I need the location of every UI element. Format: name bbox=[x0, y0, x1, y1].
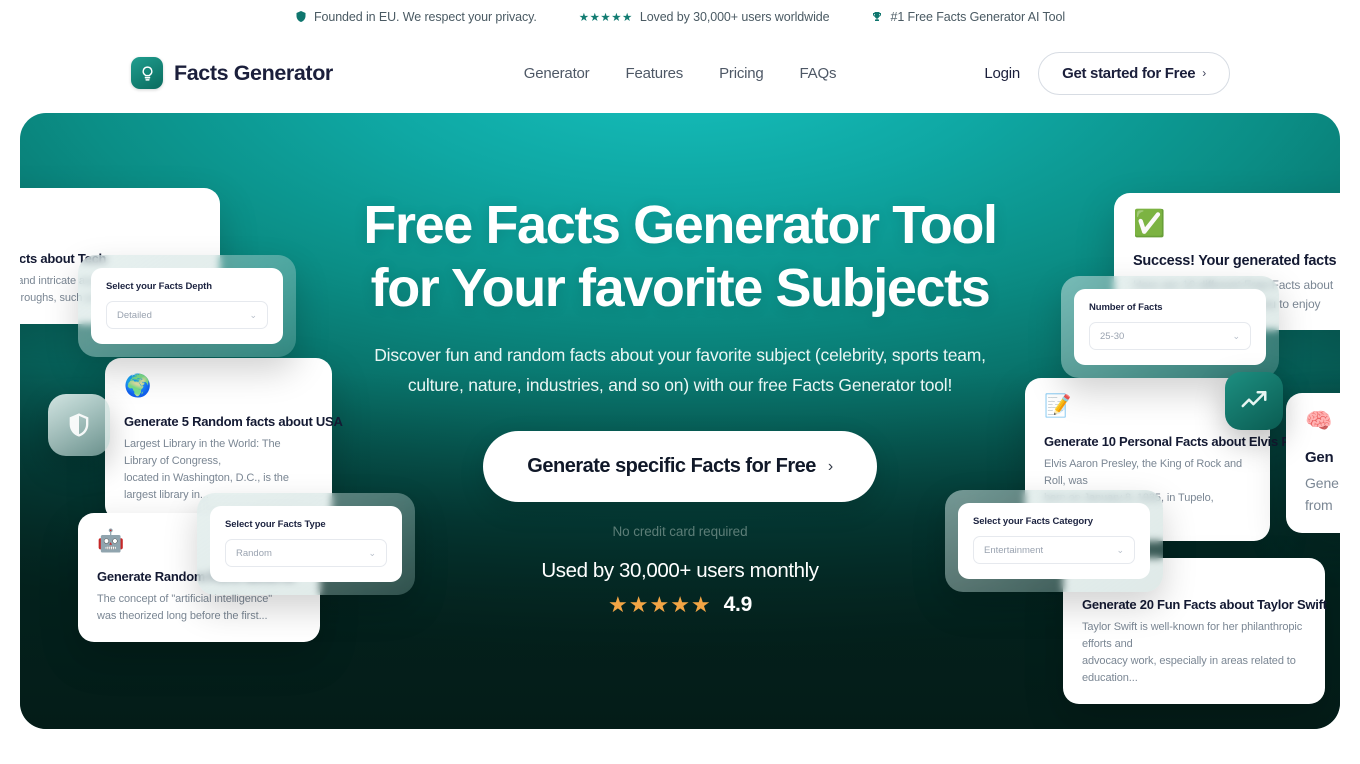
nav-item-pricing[interactable]: Pricing bbox=[719, 65, 764, 82]
shield-tile bbox=[48, 394, 110, 456]
hero-title-line1: Free Facts Generator Tool bbox=[363, 195, 998, 255]
facts-type-value: Random bbox=[236, 547, 272, 559]
chevron-down-icon: ⌄ bbox=[1232, 330, 1240, 341]
facts-depth-value: Detailed bbox=[117, 309, 152, 321]
card-taylor-body: Taylor Swift is well-known for her phila… bbox=[1082, 621, 1303, 685]
facts-category-label: Select your Facts Category bbox=[973, 516, 1093, 527]
card-usa-title: Generate 5 Random facts about USA bbox=[124, 414, 343, 429]
chevron-right-icon: › bbox=[827, 457, 833, 475]
chevron-right-icon: › bbox=[1202, 66, 1206, 80]
facts-type-dropdown[interactable]: Random ⌄ bbox=[225, 539, 387, 567]
hero-title-line2: for Your favorite Subjects bbox=[370, 257, 991, 318]
card-brain: 🧠 Gen Gene from bbox=[1286, 393, 1340, 534]
page-title: Free Facts Generator Tool for Your favor… bbox=[363, 194, 998, 319]
announcement-loved: ★★★★★ Loved by 30,000+ users worldwide bbox=[579, 10, 830, 24]
announcement-bar: Founded in EU. We respect your privacy. … bbox=[0, 0, 1360, 33]
card-success-title: Success! Your generated facts are ready bbox=[1133, 253, 1340, 269]
nav-item-generator[interactable]: Generator bbox=[524, 65, 590, 82]
announcement-loved-text: Loved by 30,000+ users worldwide bbox=[639, 9, 830, 24]
announcement-rank-text: #1 Free Facts Generator AI Tool bbox=[890, 9, 1066, 24]
generate-facts-button[interactable]: Generate specific Facts for Free › bbox=[483, 431, 877, 503]
rating-row: ★★★★★ 4.9 bbox=[608, 592, 752, 618]
hero-subtitle: Discover fun and random facts about your… bbox=[374, 345, 986, 396]
nav-item-faqs[interactable]: FAQs bbox=[800, 65, 837, 82]
stars-icon: ★★★★★ bbox=[578, 11, 633, 24]
announcement-privacy: Founded in EU. We respect your privacy. bbox=[295, 10, 537, 24]
number-of-facts-value: 25-30 bbox=[1100, 330, 1125, 342]
chevron-down-icon: ⌄ bbox=[368, 547, 376, 558]
announcement-rank: #1 Free Facts Generator AI Tool bbox=[871, 10, 1065, 24]
lightbulb-icon bbox=[131, 57, 163, 89]
rating-stars-icon: ★★★★★ bbox=[608, 592, 712, 618]
select-number-of-facts[interactable]: Number of Facts 25-30 ⌄ bbox=[1061, 276, 1279, 378]
memo-icon: 📝 bbox=[1044, 393, 1072, 418]
select-facts-depth[interactable]: Select your Facts Depth Detailed ⌄ bbox=[78, 255, 296, 357]
trophy-icon bbox=[871, 10, 883, 23]
brain-icon: 🧠 bbox=[1305, 408, 1333, 433]
header-actions: Login Get started for Free › bbox=[984, 51, 1230, 95]
brand-name: Facts Generator bbox=[174, 60, 333, 85]
facts-depth-label: Select your Facts Depth bbox=[106, 281, 212, 292]
generate-facts-label: Generate specific Facts for Free bbox=[527, 455, 816, 478]
brand-logo[interactable]: Facts Generator bbox=[131, 57, 333, 89]
login-link[interactable]: Login bbox=[984, 65, 1020, 82]
select-facts-category[interactable]: Select your Facts Category Entertainment… bbox=[945, 490, 1163, 592]
get-started-label: Get started for Free bbox=[1062, 64, 1196, 82]
trending-tile bbox=[1225, 372, 1283, 430]
no-credit-card-note: No credit card required bbox=[612, 524, 748, 540]
chevron-down-icon: ⌄ bbox=[249, 309, 257, 320]
number-of-facts-label: Number of Facts bbox=[1089, 302, 1163, 313]
card-taylor-title: Generate 20 Fun Facts about Taylor Swift bbox=[1082, 597, 1327, 612]
card-ai-body: The concept of "artificial intelligence"… bbox=[97, 593, 273, 623]
number-of-facts-dropdown[interactable]: 25-30 ⌄ bbox=[1089, 322, 1251, 350]
card-brain-title: Gen bbox=[1305, 449, 1334, 466]
nav-item-features[interactable]: Features bbox=[625, 65, 683, 82]
card-brain-body: Gene from bbox=[1305, 475, 1339, 513]
facts-type-label: Select your Facts Type bbox=[225, 519, 326, 530]
chevron-down-icon: ⌄ bbox=[1116, 544, 1124, 555]
get-started-button[interactable]: Get started for Free › bbox=[1038, 51, 1230, 95]
rating-value: 4.9 bbox=[723, 593, 753, 617]
used-by-text: Used by 30,000+ users monthly bbox=[541, 559, 819, 583]
select-facts-type[interactable]: Select your Facts Type Random ⌄ bbox=[197, 493, 415, 595]
card-elvis-title: Generate 10 Personal Facts about Elvis P… bbox=[1044, 434, 1326, 449]
announcement-privacy-text: Founded in EU. We respect your privacy. bbox=[313, 9, 537, 24]
facts-category-value: Entertainment bbox=[984, 544, 1044, 556]
check-mark-icon: ✅ bbox=[1133, 208, 1166, 238]
facts-depth-dropdown[interactable]: Detailed ⌄ bbox=[106, 301, 268, 329]
site-header: Facts Generator Generator Features Prici… bbox=[0, 33, 1360, 113]
hero-section: Generate 10 Random facts about Tech Expl… bbox=[20, 113, 1340, 729]
facts-category-dropdown[interactable]: Entertainment ⌄ bbox=[973, 536, 1135, 564]
shield-icon bbox=[295, 10, 307, 23]
globe-icon: 🌍 bbox=[124, 373, 152, 398]
